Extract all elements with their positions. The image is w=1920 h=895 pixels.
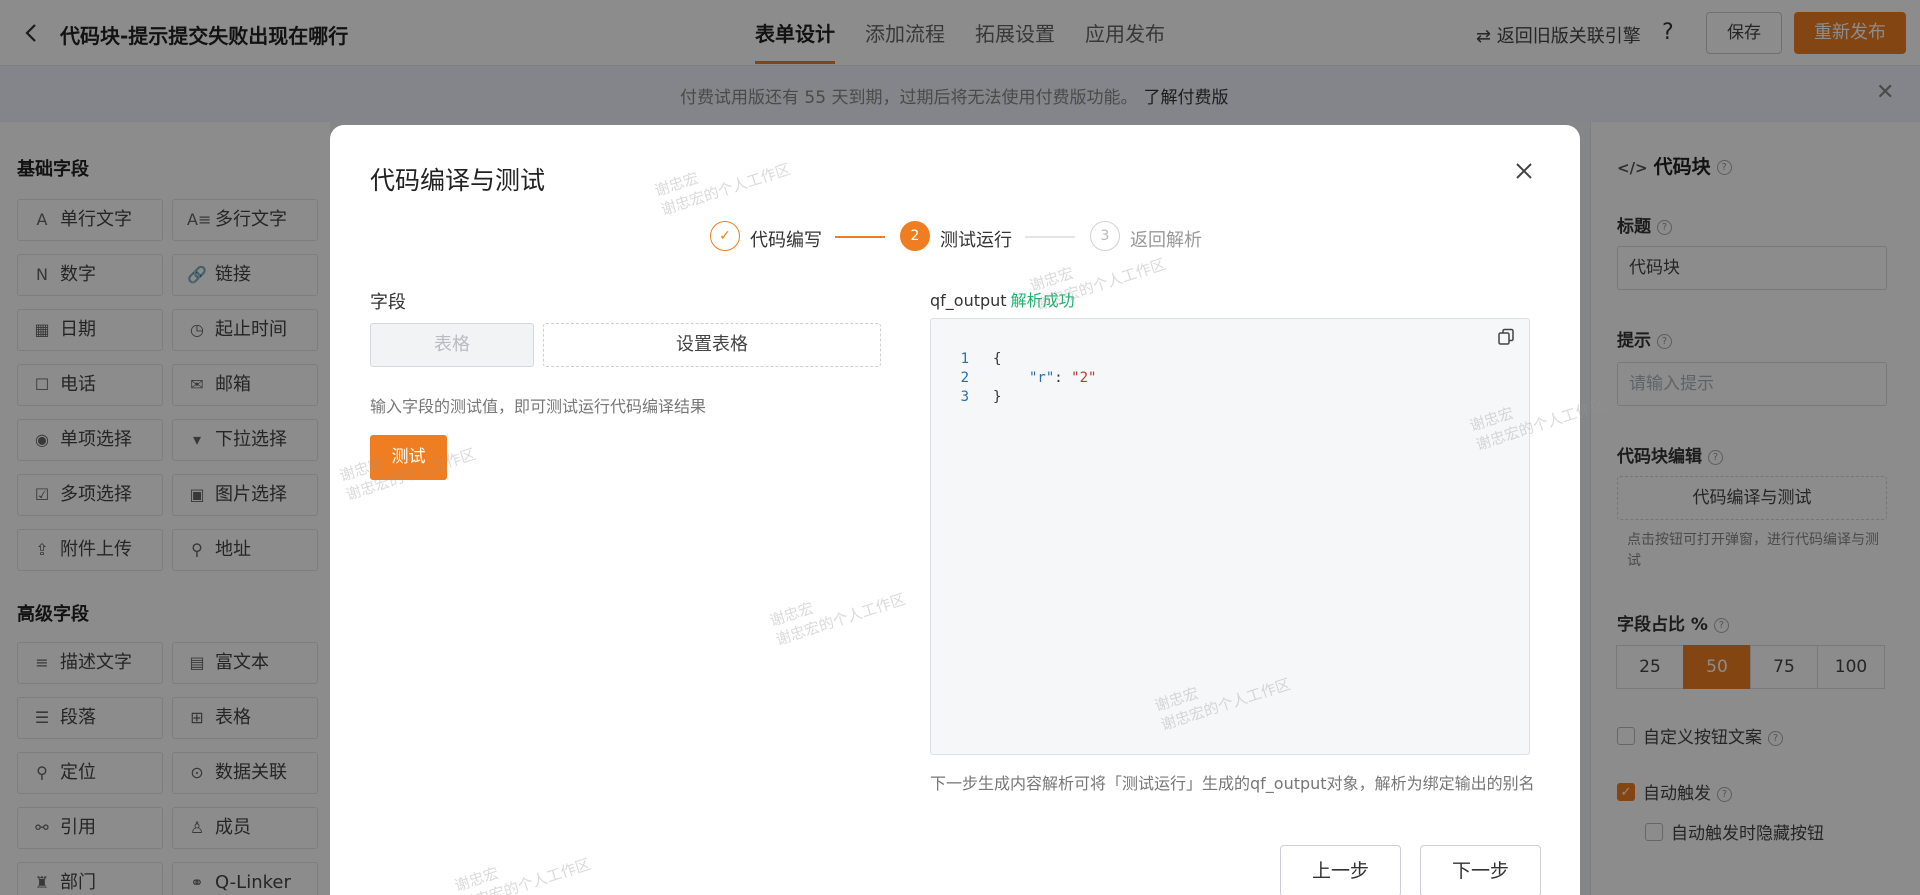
step-connector bbox=[835, 236, 885, 238]
watermark: 谢忠宏 谢忠宏的个人工作区 bbox=[452, 835, 593, 895]
code-text: } bbox=[993, 389, 1002, 405]
test-hint: 输入字段的测试值，即可测试运行代码编译结果 bbox=[370, 397, 707, 416]
prev-step-button[interactable]: 上一步 bbox=[1280, 845, 1401, 895]
code-compile-test-dialog: 代码编译与测试 ✓ 代码编写 2 测试运行 3 返回解析 字段 表格 设置表格 … bbox=[330, 125, 1608, 895]
code-line: 3} bbox=[931, 369, 1002, 426]
step-pending-number: 3 bbox=[1090, 221, 1120, 251]
json-key: "r" bbox=[1029, 370, 1055, 386]
copy-icon[interactable] bbox=[1497, 328, 1515, 346]
next-step-button[interactable]: 下一步 bbox=[1420, 845, 1541, 895]
close-icon[interactable] bbox=[1515, 157, 1533, 185]
step-code-write: 代码编写 bbox=[750, 230, 822, 251]
step-test-run: 测试运行 bbox=[940, 230, 1012, 251]
code-text: { bbox=[993, 351, 1002, 367]
json-separator: : bbox=[1054, 370, 1072, 386]
step-connector bbox=[1025, 236, 1075, 238]
output-label-text: qf_output bbox=[930, 291, 1007, 310]
watermark: 谢忠宏 谢忠宏的个人工作区 bbox=[652, 140, 793, 220]
json-value: "2" bbox=[1071, 370, 1097, 386]
step-done-icon: ✓ bbox=[710, 221, 740, 251]
line-number: 3 bbox=[960, 389, 969, 405]
field-label: 字段 bbox=[370, 292, 406, 313]
dialog-title: 代码编译与测试 bbox=[370, 166, 546, 195]
field-table-disabled: 表格 bbox=[370, 323, 534, 367]
watermark: 谢忠宏 谢忠宏的个人工作区 bbox=[767, 570, 908, 650]
set-table-button[interactable]: 设置表格 bbox=[543, 323, 881, 367]
code-text: "r": "2" bbox=[1029, 369, 1096, 388]
step-active-number: 2 bbox=[900, 221, 930, 251]
next-step-hint: 下一步生成内容解析可将「测试运行」生成的qf_output对象，解析为绑定输出的… bbox=[930, 774, 1535, 793]
